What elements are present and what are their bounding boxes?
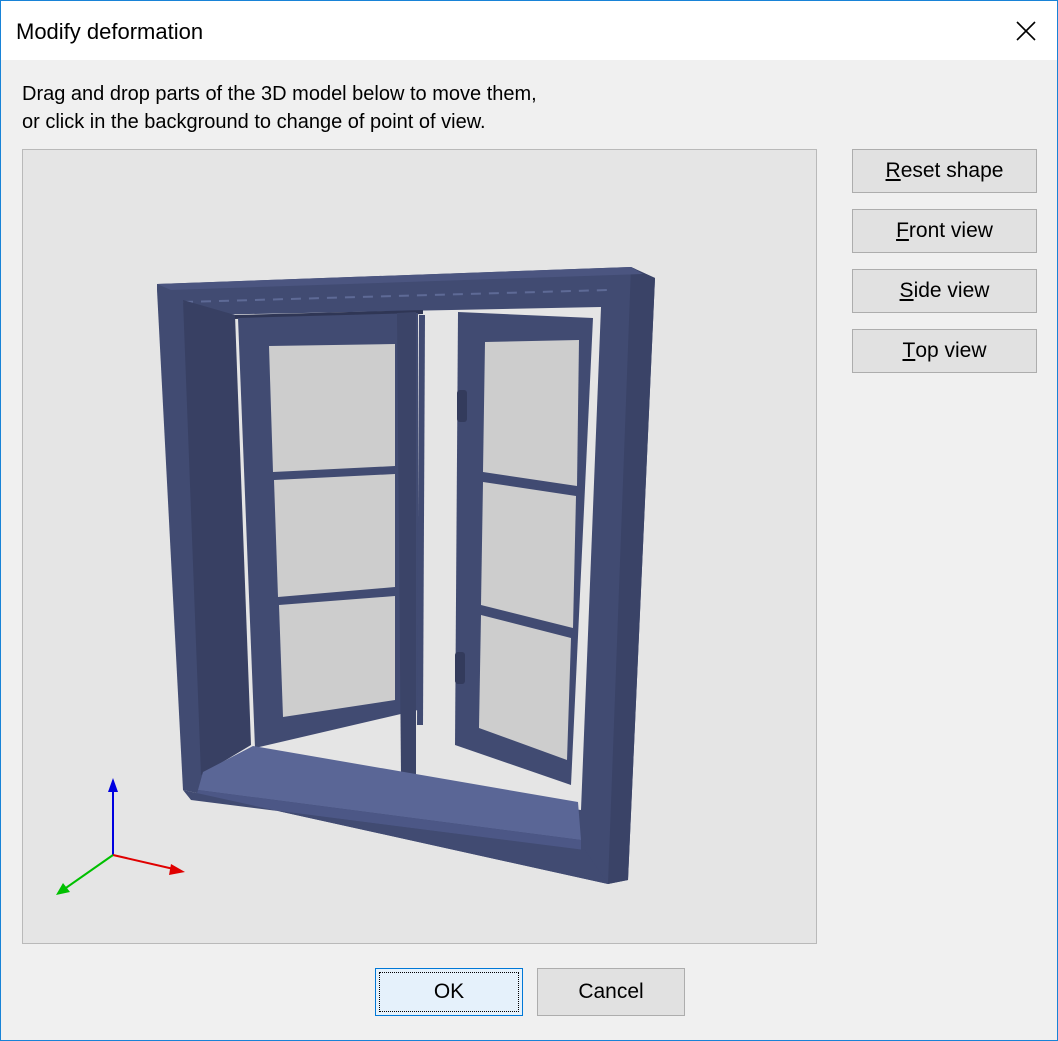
right-sash-handle-bottom[interactable] xyxy=(455,652,465,684)
top-view-button[interactable]: Top view xyxy=(852,329,1037,373)
3d-model-viewport[interactable] xyxy=(22,149,817,944)
axis-x xyxy=(112,854,179,871)
right-sash-pane-1[interactable] xyxy=(483,340,579,486)
modify-deformation-dialog: Modify deformation Drag and drop parts o… xyxy=(0,0,1058,1041)
right-sash-pane-2[interactable] xyxy=(481,482,576,628)
side-view-button[interactable]: Side view xyxy=(852,269,1037,313)
3d-window-model[interactable] xyxy=(23,150,817,944)
instructions-line-1: Drag and drop parts of the 3D model belo… xyxy=(22,83,537,105)
close-icon xyxy=(1016,20,1036,41)
window-title: Modify deformation xyxy=(16,19,204,44)
close-button[interactable] xyxy=(995,1,1057,60)
title-bar: Modify deformation xyxy=(1,1,1057,60)
reset-shape-button[interactable]: Reset shape xyxy=(852,149,1037,193)
cancel-button[interactable]: Cancel xyxy=(537,968,685,1016)
right-sash-handle-top[interactable] xyxy=(457,390,467,422)
left-sash-pane-2[interactable] xyxy=(274,474,395,597)
left-sash-pane-1[interactable] xyxy=(269,344,395,472)
axis-y xyxy=(62,854,114,891)
instructions-line-2: or click in the background to change of … xyxy=(22,111,486,133)
instructions-text: Drag and drop parts of the 3D model belo… xyxy=(22,80,537,136)
ok-button[interactable]: OK xyxy=(375,968,523,1016)
left-sash-pane-3[interactable] xyxy=(279,596,395,717)
front-view-button[interactable]: Front view xyxy=(852,209,1037,253)
